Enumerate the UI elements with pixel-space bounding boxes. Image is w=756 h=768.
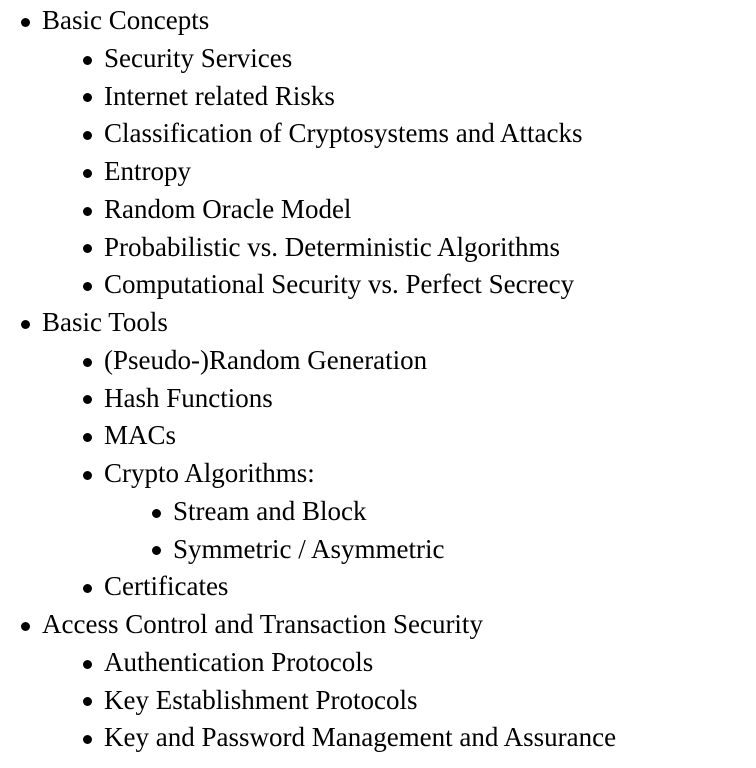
list-item: Crypto Algorithms:	[0, 455, 756, 493]
bullet-icon	[83, 697, 92, 707]
list-item: Access Control and Transaction Security	[0, 606, 756, 644]
bullet-icon	[83, 206, 92, 216]
bullet-icon	[83, 282, 92, 292]
list-item: Classification of Cryptosystems and Atta…	[0, 115, 756, 153]
list-item: Probabilistic vs. Deterministic Algorith…	[0, 229, 756, 267]
bullet-icon	[152, 508, 161, 518]
list-item-text: Key Establishment Protocols	[104, 684, 418, 715]
bullet-icon	[21, 621, 30, 631]
bullet-icon	[83, 55, 92, 65]
bullet-icon	[83, 735, 92, 745]
bullet-icon	[83, 168, 92, 178]
bullet-icon	[83, 395, 92, 405]
list-item: Security Services	[0, 40, 756, 78]
bullet-icon	[83, 93, 92, 103]
list-item: Basic Concepts	[0, 2, 756, 40]
bullet-icon	[83, 131, 92, 141]
list-item-text: Internet related Risks	[104, 80, 335, 111]
bullet-icon	[83, 357, 92, 367]
bullet-icon	[21, 319, 30, 329]
list-item-text: Certificates	[104, 571, 229, 602]
list-item: Entropy	[0, 153, 756, 191]
list-item-text: Access Control and Transaction Security	[42, 609, 483, 639]
list-item: Symmetric / Asymmetric	[0, 531, 756, 569]
list-item-text: Hash Functions	[104, 382, 273, 413]
list-item: Authentication Protocols	[0, 644, 756, 682]
list-item: Certificates	[0, 568, 756, 606]
list-item-text: Probabilistic vs. Deterministic Algorith…	[104, 231, 560, 262]
bullet-icon	[83, 470, 92, 480]
list-item-text: Basic Concepts	[42, 5, 210, 35]
list-item-text: Crypto Algorithms:	[104, 458, 315, 488]
list-item: Key Establishment Protocols	[0, 682, 756, 720]
bullet-icon	[21, 17, 30, 27]
list-item-text: Computational Security vs. Perfect Secre…	[104, 269, 575, 300]
list-item: Stream and Block	[0, 493, 756, 531]
list-item-text: Classification of Cryptosystems and Atta…	[104, 118, 583, 149]
list-item: (Pseudo-)Random Generation	[0, 342, 756, 380]
list-item-text: Entropy	[104, 156, 191, 186]
list-item-text: Random Oracle Model	[104, 193, 352, 224]
bulleted-outline: Basic Concepts Security Services Interne…	[0, 0, 756, 757]
bullet-icon	[83, 584, 92, 594]
list-item-text: MACs	[104, 420, 177, 451]
bullet-icon	[83, 433, 92, 443]
list-item: MACs	[0, 417, 756, 455]
list-item: Hash Functions	[0, 380, 756, 418]
list-item: Random Oracle Model	[0, 191, 756, 229]
list-item: Computational Security vs. Perfect Secre…	[0, 266, 756, 304]
bullet-icon	[83, 659, 92, 669]
list-item-text: (Pseudo-)Random Generation	[104, 344, 428, 375]
bullet-icon	[83, 244, 92, 254]
list-item-text: Stream and Block	[173, 495, 367, 526]
list-item-text: Security Services	[104, 42, 293, 73]
list-item: Internet related Risks	[0, 78, 756, 116]
list-item: Key and Password Management and Assuranc…	[0, 719, 756, 757]
list-item-text: Symmetric / Asymmetric	[173, 533, 445, 564]
list-item-text: Key and Password Management and Assuranc…	[104, 722, 617, 753]
bullet-icon	[152, 546, 161, 556]
list-item: Basic Tools	[0, 304, 756, 342]
list-item-text: Authentication Protocols	[104, 646, 374, 677]
list-item-text: Basic Tools	[42, 307, 168, 337]
